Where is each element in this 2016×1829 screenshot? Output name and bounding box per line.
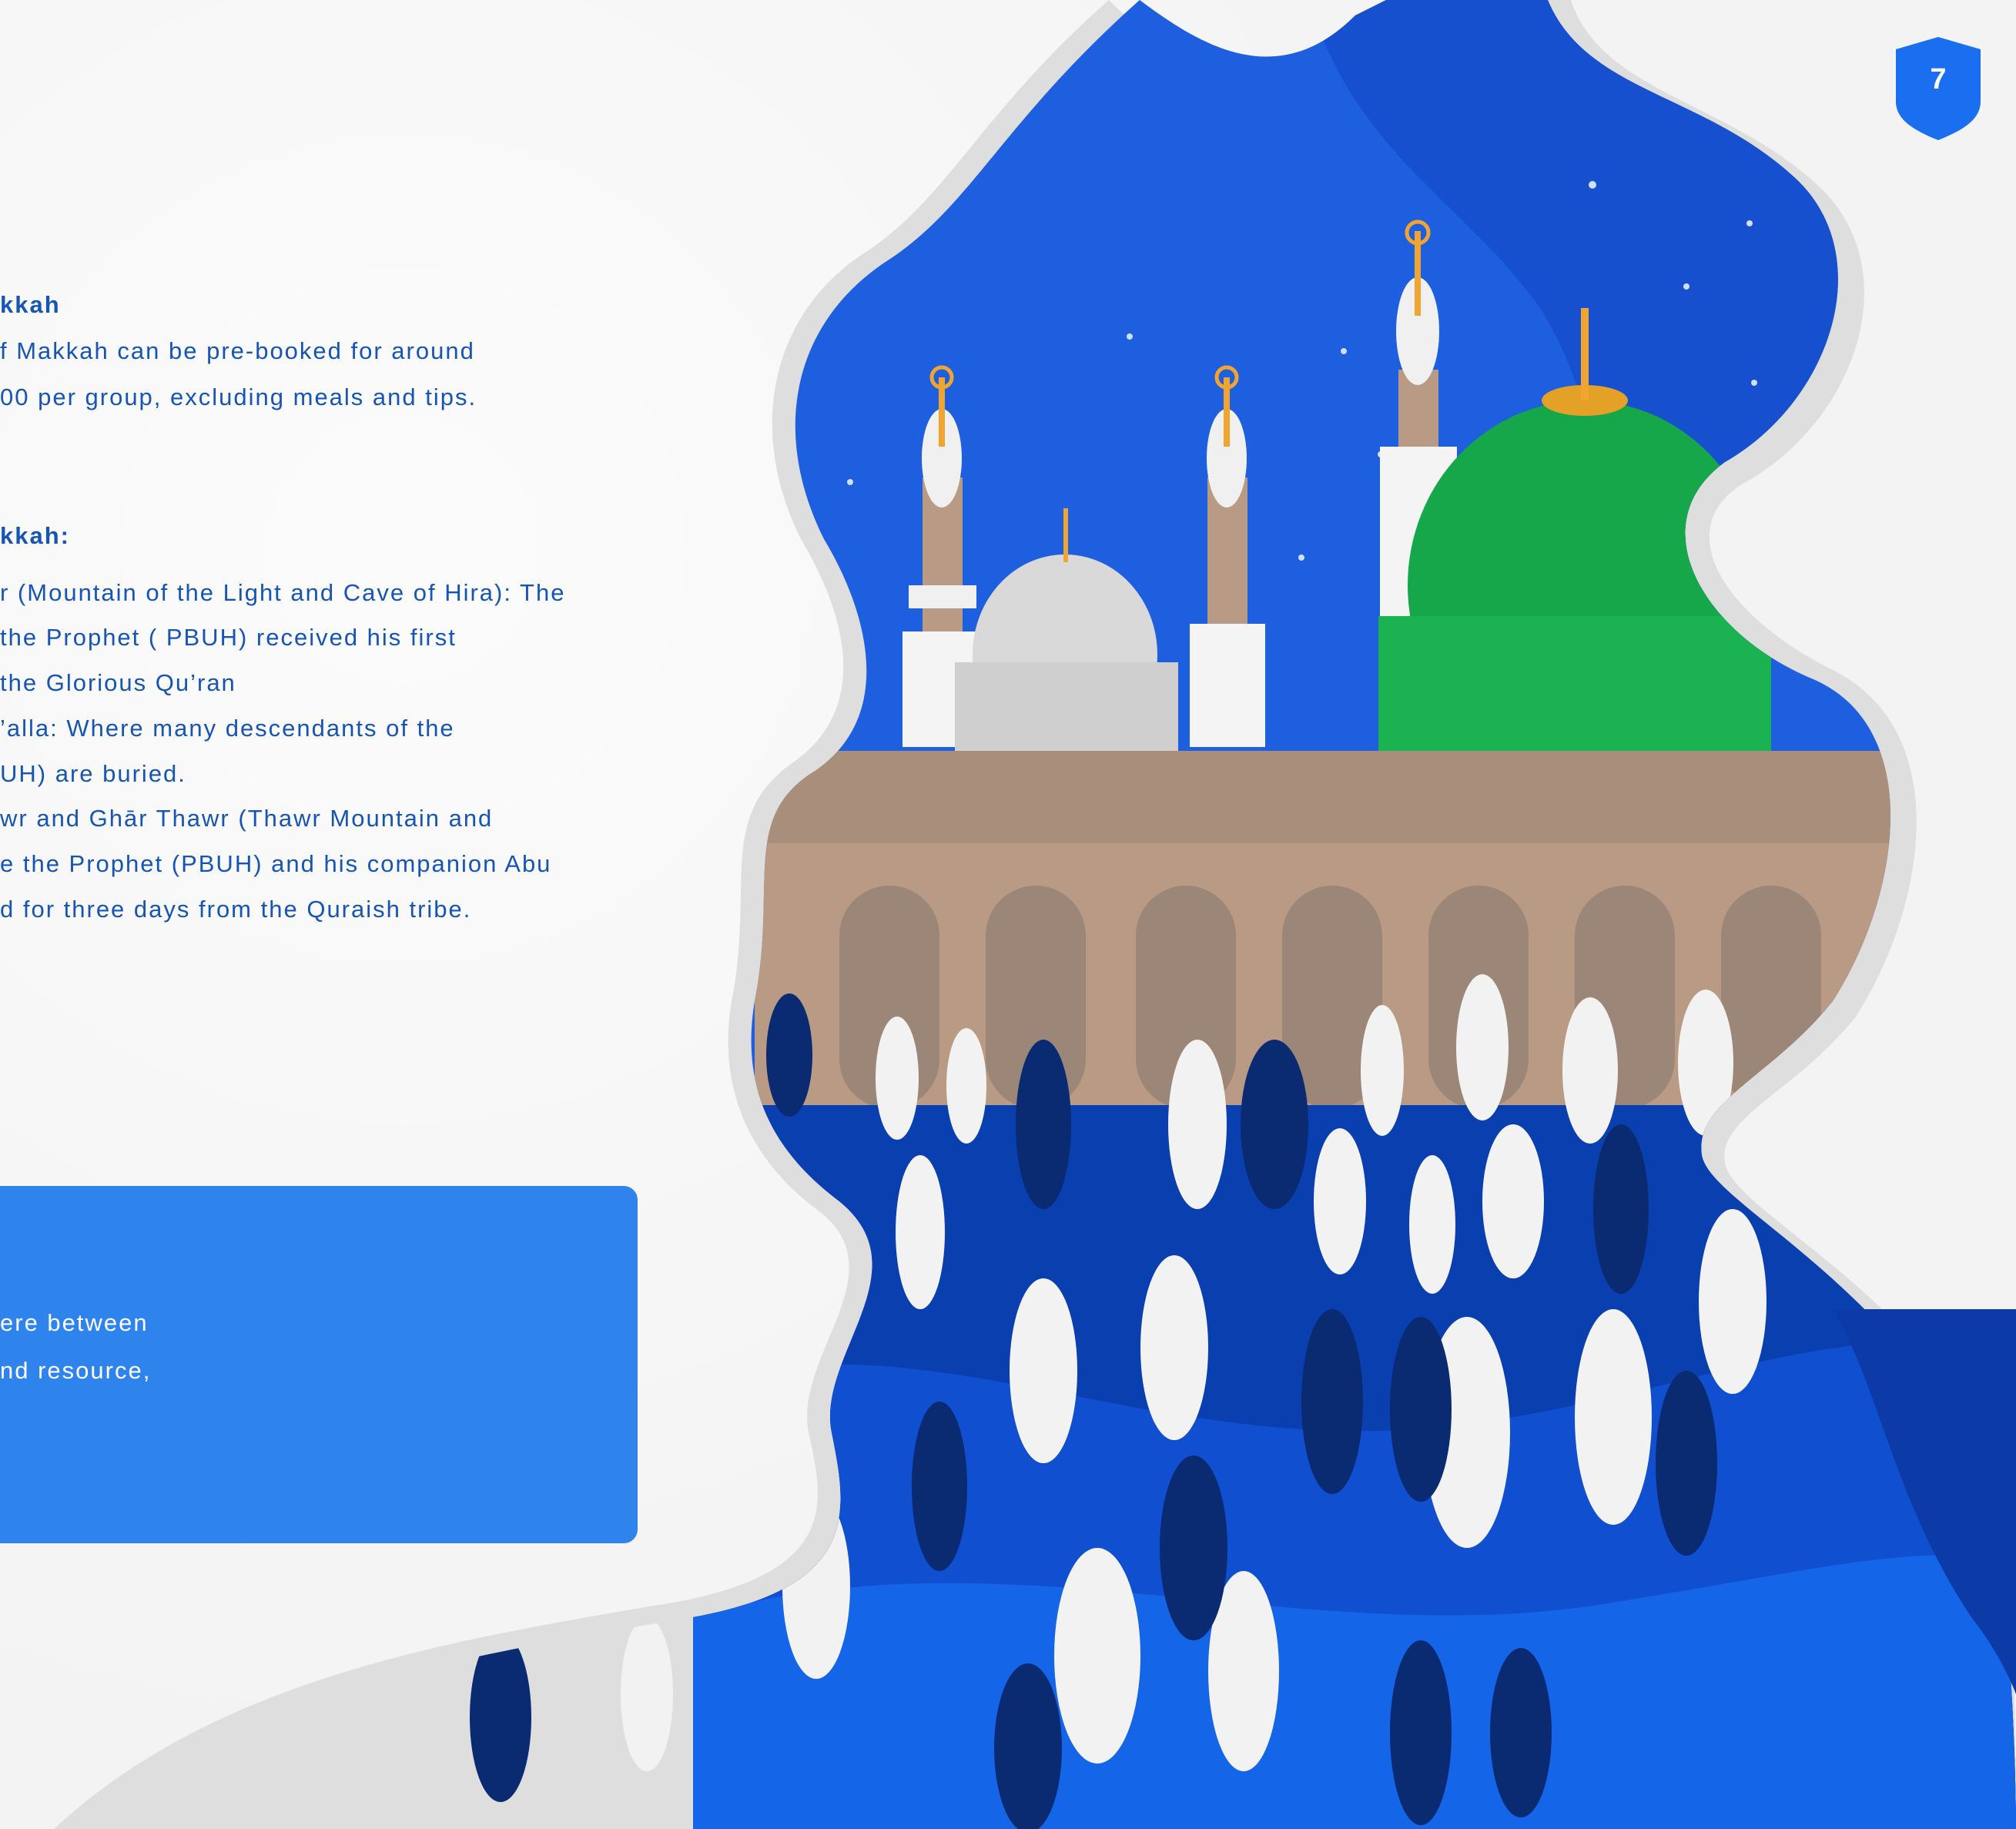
places-line: wr and Ghār Thawr (Thawr Mountain and bbox=[0, 805, 494, 832]
places-line: r (Mountain of the Light and Cave of Hir… bbox=[0, 579, 566, 606]
places-line: d for three days from the Quraish tribe. bbox=[0, 896, 472, 923]
tours-line: f Makkah can be pre-booked for around bbox=[0, 337, 475, 364]
tours-heading: kkah bbox=[0, 291, 61, 318]
tours-line: 00 per group, excluding meals and tips. bbox=[0, 384, 477, 410]
places-line: UH) are buried. bbox=[0, 760, 186, 787]
places-line: the Prophet ( PBUH) received his first bbox=[0, 624, 457, 651]
places-line: e the Prophet (PBUH) and his companion A… bbox=[0, 850, 552, 877]
info-callout-box: ere between nd resource, bbox=[0, 1186, 638, 1543]
page-number-badge: 7 bbox=[1896, 37, 1981, 140]
places-line: ’alla: Where many descendants of the bbox=[0, 715, 455, 742]
page-number: 7 bbox=[1930, 63, 1947, 95]
places-line: the Glorious Qu’ran bbox=[0, 669, 236, 696]
callout-line: ere between bbox=[0, 1309, 149, 1336]
callout-line: nd resource, bbox=[0, 1357, 152, 1384]
places-heading: kkah: bbox=[0, 522, 70, 549]
